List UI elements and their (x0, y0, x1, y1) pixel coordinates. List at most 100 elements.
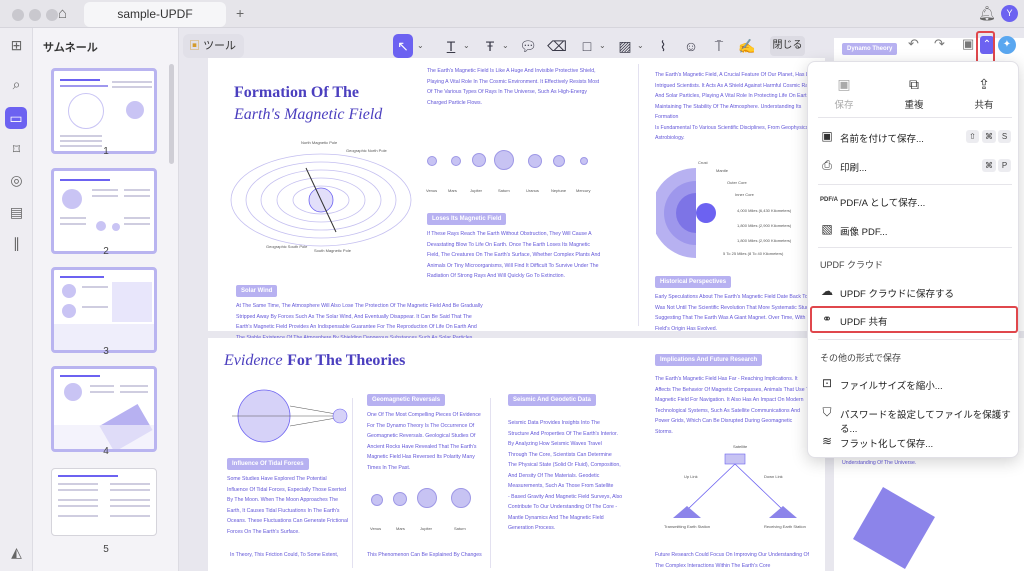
page-number-1: 1 (103, 146, 109, 157)
layer-label: Crust (698, 160, 708, 165)
thumbnail-panel: サムネール 1 2 3 4 5 (33, 28, 179, 571)
eraser-tool[interactable]: ⌫ (547, 34, 567, 58)
attachment-icon[interactable]: ∥ (7, 234, 26, 253)
save-icon[interactable]: ▣ (962, 36, 974, 52)
planet-label: Saturn (454, 526, 466, 531)
window-minimize-button[interactable] (29, 9, 41, 21)
undo-icon[interactable]: ↶ (908, 36, 919, 52)
downlink-label: Down Link (764, 474, 783, 479)
shortcut-key: S (998, 130, 1011, 143)
duplicate-icon: ⧉ (909, 76, 919, 92)
page-thumbnail-1[interactable] (51, 68, 157, 154)
tools-button[interactable]: ▣ ツール (183, 34, 245, 58)
menu-item-print[interactable]: ⎙ 印刷... ⌘ P (808, 152, 1020, 180)
planet-label: Mars (448, 188, 457, 193)
pdfa-icon: PDF/A (820, 197, 838, 203)
thumbnail-scrollbar[interactable] (169, 64, 174, 164)
chevron-down-icon[interactable]: ⌄ (502, 34, 509, 58)
save-dropdown-menu: ▣ 保存 ⧉ 重複 ⇪ 共有 ▣ 名前を付けて保存... ⇧ ⌘ S ⎙ 印刷.… (807, 61, 1019, 458)
implications-paragraph: The Earth's Magnetic Field Has Far - Rea… (655, 376, 815, 435)
bookmark-icon[interactable]: ⌑ (7, 140, 26, 159)
menu-item-cloud-save[interactable]: ☁ UPDF クラウドに保存する (808, 278, 1020, 306)
share-quick-button[interactable]: ⇪ 共有 (954, 76, 1014, 111)
page-number-2: 2 (103, 246, 109, 257)
chevron-down-icon[interactable]: ⌄ (463, 34, 470, 58)
layer-label: 1,800 Miles (2,900 Kilometers) (737, 238, 792, 243)
comment-tool[interactable]: 💬︎ (518, 34, 538, 58)
planet-neptune (553, 155, 565, 167)
select-tool[interactable]: ↖ (393, 34, 413, 58)
menu-item-flatten[interactable]: ≋ フラット化して保存... (808, 428, 1020, 456)
page-thumbnail-2[interactable] (51, 168, 157, 254)
duplicate-quick-button[interactable]: ⧉ 重複 (884, 76, 944, 111)
page2-title: Evidence For The Theories (224, 352, 406, 369)
thumbnail-title: サムネール (43, 42, 98, 54)
updf-logo-icon[interactable]: ◭ (7, 543, 26, 562)
menu-item-pdfa[interactable]: PDF/A PDF/A として保存... (808, 187, 1020, 215)
shape-tool[interactable]: □ (577, 34, 597, 58)
tidal-tail: In Theory, This Friction Could, To Some … (230, 552, 339, 558)
form-icon[interactable]: ▤ (7, 203, 26, 222)
chevron-down-icon[interactable]: ⌄ (637, 34, 644, 58)
thumbnail-icon[interactable]: ▭ (5, 107, 27, 129)
comment-icon[interactable]: ◎ (7, 171, 26, 190)
share-icon: ⇪ (978, 76, 990, 92)
close-button[interactable]: 閉じる (770, 36, 805, 56)
text-tool[interactable]: T (441, 34, 461, 58)
field-label-north-magnetic: North Magnetic Pole (301, 140, 338, 145)
stamp-tool[interactable]: ⍑ (709, 34, 729, 58)
page1-bottom-paragraph: At The Same Time, The Atmosphere Will Al… (236, 303, 483, 341)
ai-assistant-icon[interactable]: ✦ (998, 36, 1016, 54)
page1-top-paragraph: The Earth's Magnetic Field Is Like A Hug… (427, 68, 600, 106)
layer-label: Outer Core (727, 180, 747, 185)
textbox-tool[interactable]: Ŧ (480, 34, 500, 58)
planet-jupiter (417, 488, 437, 508)
satellite-illustration (853, 487, 935, 569)
page1-title-line1: Formation Of The (234, 84, 360, 101)
historical-tag: Historical Perspectives (655, 276, 732, 288)
new-tab-button[interactable]: + (236, 5, 244, 21)
window-zoom-button[interactable] (46, 9, 58, 21)
layer-label: Mantle (716, 168, 729, 173)
page-thumbnail-3[interactable] (51, 267, 157, 353)
shortcut-key: ⇧ (966, 130, 979, 143)
section-other-formats: その他の形式で保存 (820, 353, 902, 363)
planet-label: Mercury (576, 188, 591, 193)
tidal-tag: Influence Of Tidal Forces (227, 458, 309, 470)
window-close-button[interactable] (12, 9, 24, 21)
share-highlight (810, 306, 1018, 333)
layer-label: 4,000 Miles (6,430 Kilometers) (737, 208, 792, 213)
planet-label: Jupiter (470, 188, 483, 193)
grid-icon[interactable]: ⊞ (7, 36, 26, 55)
page-thumbnail-4[interactable] (51, 366, 157, 452)
image-pdf-icon: ▧ (821, 222, 833, 236)
signature-tool[interactable]: ✍ (737, 34, 757, 58)
chevron-down-icon[interactable]: ⌄ (417, 34, 424, 58)
page1-right-paragraph: The Earth's Magnetic Field, A Crucial Fe… (655, 72, 824, 141)
loses-field-tag: Loses Its Magnetic Field (427, 213, 507, 225)
sticker-tool[interactable]: ☺ (681, 34, 701, 58)
chevron-down-icon[interactable]: ⌄ (599, 34, 606, 58)
save-menu-highlight (976, 31, 995, 64)
attachment-tool[interactable]: ⌇ (653, 34, 673, 58)
redo-icon[interactable]: ↷ (934, 36, 945, 52)
menu-item-image-pdf[interactable]: ▧ 画像 PDF... (808, 216, 1020, 244)
page-thumbnail-5[interactable] (51, 468, 157, 536)
avatar[interactable]: Y (1001, 5, 1018, 22)
page3-text: Understanding Of The Universe. (842, 460, 917, 466)
area-tool[interactable]: ▨ (615, 34, 635, 58)
bell-icon[interactable]: 🔔︎ (978, 5, 996, 22)
document-tab[interactable]: sample-UPDF (84, 2, 226, 27)
menu-item-label: フラット化して保存... (840, 439, 934, 450)
search-icon[interactable]: ⌕ (7, 75, 26, 94)
menu-item-label: 名前を付けて保存... (840, 134, 924, 145)
implications-tag: Implications And Future Research (655, 354, 763, 366)
page-number-3: 3 (103, 346, 109, 357)
planet-venus (427, 156, 437, 166)
menu-item-save-as[interactable]: ▣ 名前を付けて保存... ⇧ ⌘ S (808, 123, 1020, 151)
home-icon[interactable]: ⌂ (58, 5, 67, 22)
save-quick-button[interactable]: ▣ 保存 (814, 76, 874, 111)
menu-item-reduce-size[interactable]: ⊡ ファイルサイズを縮小... (808, 370, 1020, 398)
menu-item-protect[interactable]: ⛉ パスワードを設定してファイルを保護する... (808, 399, 1020, 435)
layer-label: 5 To 25 Miles (8 To 40 Kilometers) (723, 251, 784, 256)
